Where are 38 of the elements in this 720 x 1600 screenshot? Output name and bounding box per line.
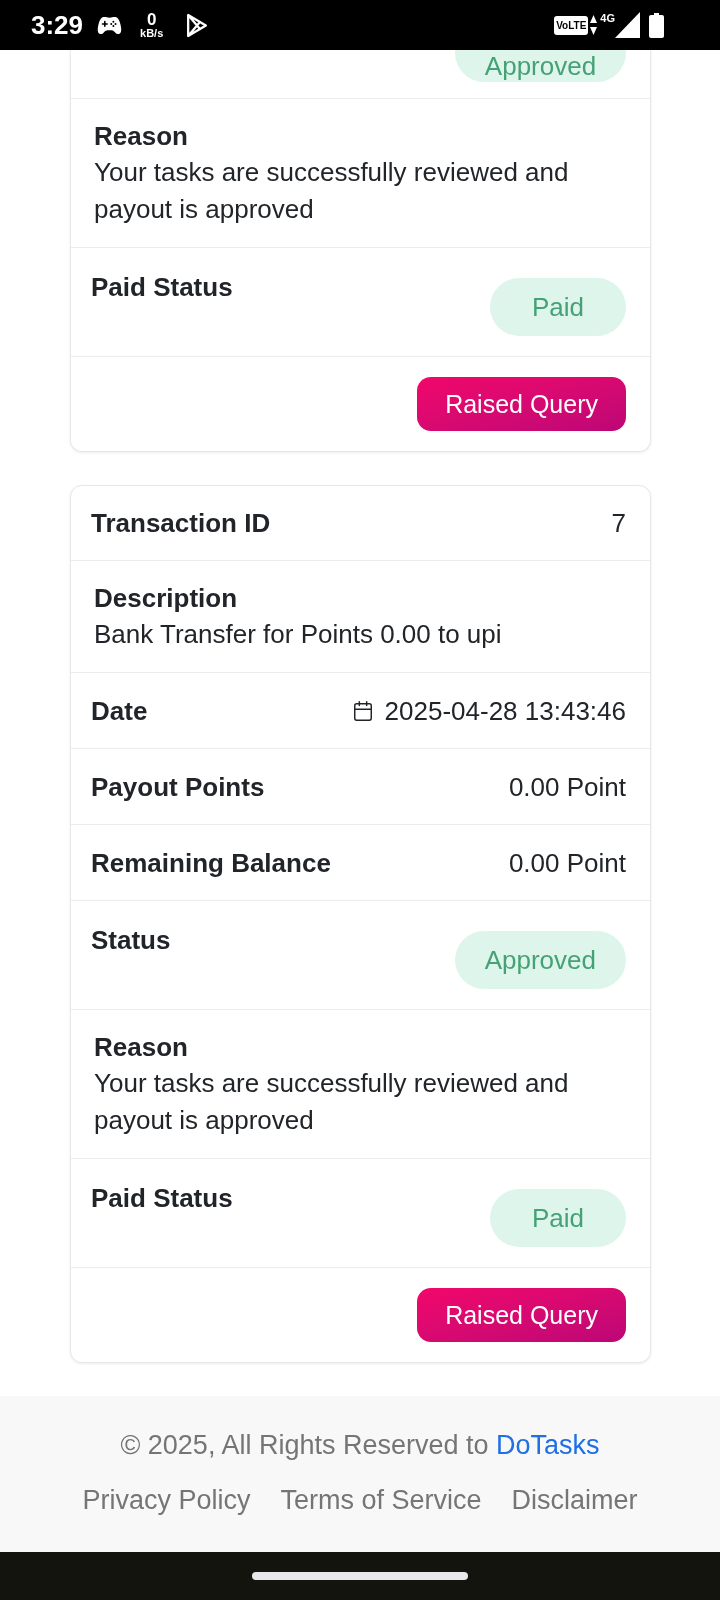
copyright-text: © 2025, All Rights Reserved to DoTasks [120,1429,600,1461]
field-label: Remaining Balance [91,847,331,878]
field-label: Paid Status [91,1183,233,1213]
field-value: 2025-04-28 13:43:46 [384,695,626,726]
field-value: 0.00 Point [508,847,626,878]
field-label: Date [91,695,148,726]
status-badge: Approved [454,931,626,989]
brand-link[interactable]: DoTasks [496,1430,600,1460]
field-label: Transaction ID [91,508,271,538]
field-value: 0.00 Point [508,771,626,802]
raised-query-button[interactable]: Raised Query [417,1288,626,1342]
field-label: Status [91,925,171,955]
field-label: Paid Status [91,272,233,302]
field-label: Description [94,583,238,613]
field-label: Reason [94,121,188,151]
raised-query-button[interactable]: Raised Query [417,377,626,431]
clock-time: 3:29 [31,10,84,40]
battery-icon [649,12,664,38]
field-value: 7 [611,508,626,538]
status-badge: Paid [490,278,626,336]
field-value: Your tasks are successfully reviewed and payout is approved [94,156,570,226]
data-arrows-icon [590,15,598,35]
network-speed-value: 0 [146,11,157,28]
status-badge: Approved [455,50,626,82]
footer-link[interactable]: Terms of Service [280,1484,482,1516]
home-indicator[interactable] [252,1572,468,1580]
play-triangle-icon [184,12,210,38]
field-value: Bank Transfer for Points 0.00 to upi [94,618,502,651]
network-speed-unit: kB/s [140,27,164,39]
footer-link[interactable]: Privacy Policy [82,1484,251,1516]
field-label: Payout Points [91,771,265,802]
status-badge: Paid [490,1189,626,1247]
network-type: 4G [600,12,615,24]
signal-icon [615,12,640,38]
footer-link[interactable]: Disclaimer [511,1484,638,1516]
field-label: Reason [94,1032,188,1062]
field-value: Your tasks are successfully reviewed and payout is approved [94,1067,570,1137]
calendar-icon [351,699,374,722]
